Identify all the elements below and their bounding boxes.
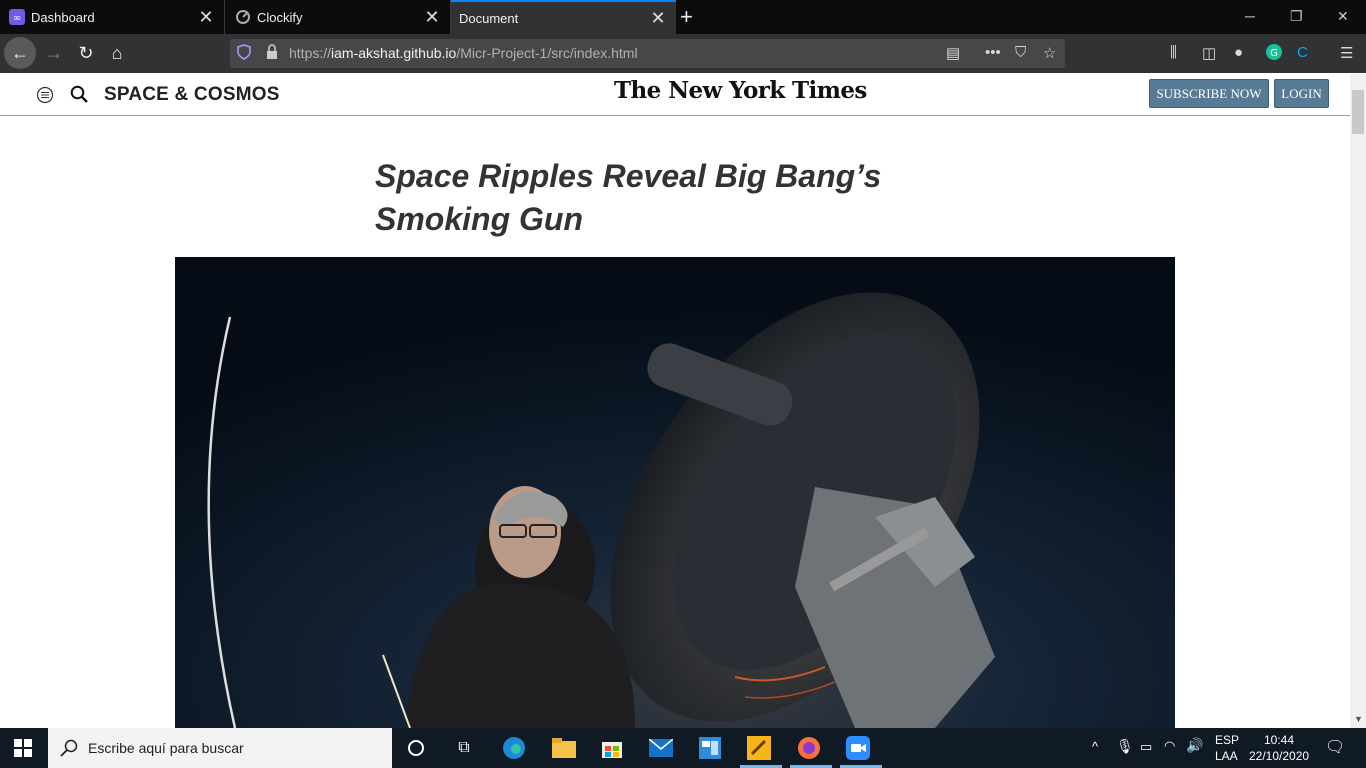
search-icon[interactable] bbox=[70, 85, 89, 109]
sidebar-icon[interactable]: ◫ bbox=[1202, 44, 1216, 62]
subscribe-button[interactable]: SUBSCRIBE NOW bbox=[1149, 79, 1269, 108]
volume-icon[interactable]: 🔊 bbox=[1186, 737, 1203, 754]
microphone-icon[interactable]: 🎙 bbox=[1116, 738, 1134, 755]
url-text[interactable]: https://iam-akshat.github.io/Micr-Projec… bbox=[289, 45, 638, 61]
clockify-icon bbox=[235, 9, 251, 25]
taskbar-search-placeholder: Escribe aquí para buscar bbox=[88, 740, 244, 756]
tab-dashboard[interactable]: ∞ Dashboard ✕ bbox=[0, 0, 225, 34]
firefox-icon[interactable] bbox=[796, 735, 822, 761]
battery-icon[interactable]: ▭ bbox=[1140, 739, 1152, 755]
wifi-icon[interactable]: ◠ bbox=[1164, 738, 1175, 754]
restore-icon[interactable]: ❐ bbox=[1290, 8, 1303, 25]
keyboard-layout[interactable]: LAA bbox=[1215, 749, 1238, 763]
page-scrollbar[interactable] bbox=[1350, 74, 1366, 728]
account-icon[interactable]: ● bbox=[1234, 44, 1243, 61]
show-hidden-icons-icon[interactable]: ^ bbox=[1092, 739, 1098, 754]
edge-icon[interactable] bbox=[501, 735, 527, 761]
bookmark-star-icon[interactable]: ☆ bbox=[1043, 44, 1056, 62]
close-tab-icon[interactable]: ✕ bbox=[422, 7, 442, 28]
scroll-down-arrow-icon[interactable]: ▼ bbox=[1354, 714, 1363, 724]
close-window-icon[interactable]: ✕ bbox=[1337, 8, 1349, 25]
close-tab-icon[interactable]: ✕ bbox=[648, 8, 668, 29]
reload-icon[interactable]: ↻ bbox=[70, 37, 102, 69]
grammarly-icon[interactable]: G bbox=[1266, 44, 1282, 64]
tab-label: Clockify bbox=[257, 9, 303, 25]
store-icon[interactable] bbox=[599, 735, 625, 761]
sticky-app-icon[interactable] bbox=[746, 735, 772, 761]
cortana-icon[interactable] bbox=[403, 735, 429, 761]
more-actions-icon[interactable]: ••• bbox=[985, 44, 1001, 61]
home-icon[interactable]: ⌂ bbox=[101, 37, 133, 69]
clock-date[interactable]: 22/10/2020 bbox=[1249, 749, 1309, 763]
url-path: /Micr-Project-1/src/index.html bbox=[456, 45, 638, 61]
article-headline: Space Ripples Reveal Big Bang’s Smoking … bbox=[375, 158, 882, 237]
tab-label: Dashboard bbox=[31, 9, 95, 25]
login-button[interactable]: LOGIN bbox=[1274, 79, 1329, 108]
search-icon bbox=[60, 739, 78, 762]
mail-icon[interactable] bbox=[648, 735, 674, 761]
clock-time[interactable]: 10:44 bbox=[1264, 733, 1294, 747]
tab-clockify[interactable]: Clockify ✕ bbox=[226, 0, 451, 34]
notifications-icon[interactable]: 🗨 bbox=[1325, 737, 1345, 757]
section-title[interactable]: SPACE & COSMOS bbox=[104, 84, 280, 106]
lock-icon[interactable] bbox=[266, 44, 278, 64]
new-tab-icon[interactable]: + bbox=[680, 4, 693, 30]
tab-label: Document bbox=[459, 10, 519, 26]
dashboard-icon: ∞ bbox=[9, 9, 25, 25]
zoom-icon[interactable] bbox=[845, 735, 871, 761]
url-prefix: https:// bbox=[289, 45, 332, 61]
scrollbar-thumb[interactable] bbox=[1352, 90, 1364, 134]
back-icon[interactable]: ← bbox=[4, 37, 36, 69]
article-photo bbox=[175, 257, 1175, 728]
tab-document[interactable]: Document ✕ bbox=[451, 0, 676, 34]
reader-view-icon[interactable]: ▤ bbox=[946, 44, 960, 62]
shield-icon[interactable] bbox=[237, 44, 251, 64]
svg-text:∞: ∞ bbox=[13, 13, 21, 24]
close-tab-icon[interactable]: ✕ bbox=[196, 7, 216, 28]
menu-icon[interactable]: ☰ bbox=[1340, 44, 1353, 62]
pocket-icon[interactable]: ⛉ bbox=[1015, 44, 1026, 61]
forward-icon[interactable]: → bbox=[38, 37, 70, 69]
file-explorer-icon[interactable] bbox=[551, 735, 577, 761]
clockify-extension-icon[interactable]: C bbox=[1297, 44, 1308, 61]
url-domain: iam-akshat.github.io bbox=[331, 45, 457, 61]
hamburger-menu-icon[interactable] bbox=[36, 86, 54, 109]
svg-text:G: G bbox=[1270, 48, 1278, 59]
task-view-icon[interactable]: ⧉ bbox=[451, 735, 477, 761]
nyt-logo[interactable]: The New York Times bbox=[614, 77, 867, 104]
windows-start-icon[interactable] bbox=[14, 739, 32, 762]
minimize-icon[interactable]: ─ bbox=[1245, 8, 1255, 24]
language-code[interactable]: ESP bbox=[1215, 733, 1239, 747]
outlook-icon[interactable] bbox=[697, 735, 723, 761]
library-icon[interactable]: ⫼ bbox=[1170, 44, 1177, 61]
